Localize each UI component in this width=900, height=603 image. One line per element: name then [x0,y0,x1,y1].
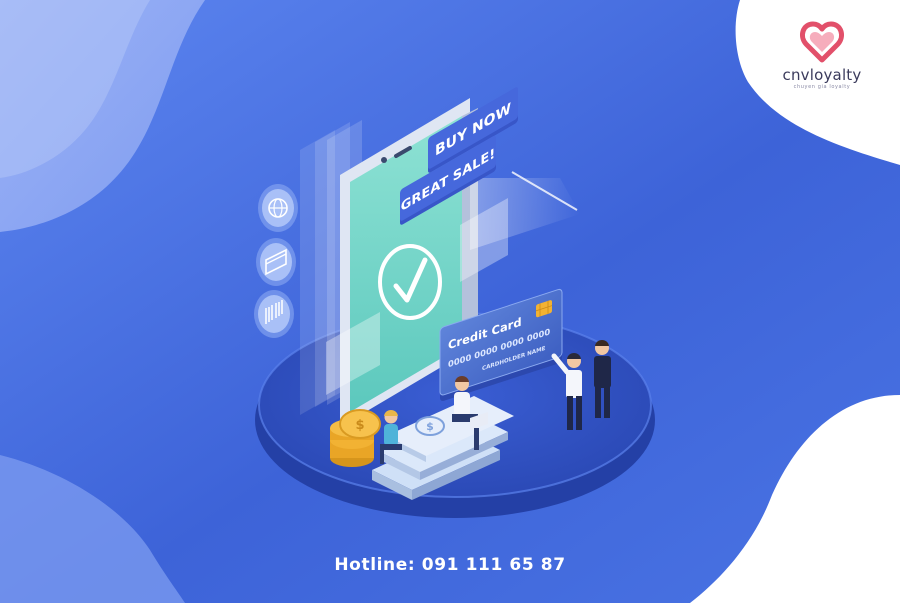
credit-card-icon [256,238,296,286]
globe-icon [258,184,298,232]
dollar-icon: $ [426,420,434,433]
brand-tagline: chuyen gia loyalty [793,84,851,90]
brand-name: cnvloyalty [782,66,862,84]
barcode-icon [254,290,294,338]
brand-logo: cnvloyalty chuyen gia loyalty [772,20,872,90]
logo-spacer [772,20,872,68]
illustration-canvas: BUY NOW GREAT SALE! Credit Card 0000 000… [0,0,900,603]
hotline-text: Hotline: 091 111 65 87 [334,555,566,575]
coin-dollar-icon: $ [355,418,364,433]
